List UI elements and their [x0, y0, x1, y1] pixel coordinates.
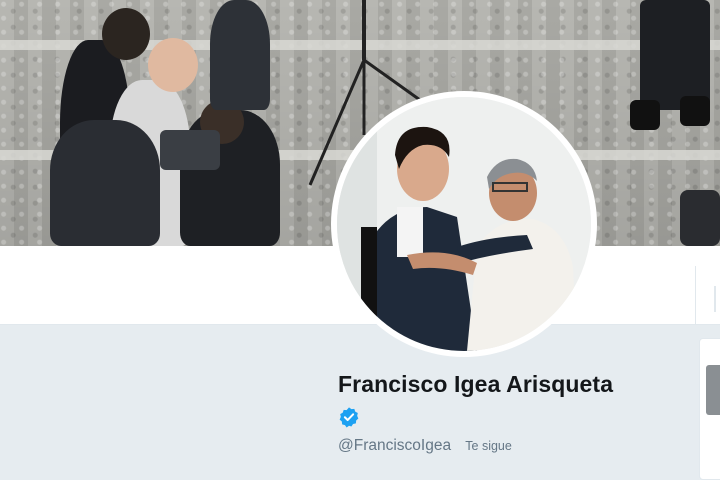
profile-nav-divider	[714, 286, 716, 312]
header-photo-right-figure	[630, 0, 720, 246]
profile-nav-edge	[695, 266, 720, 324]
profile-display-name: Francisco Igea Arisqueta	[338, 371, 614, 397]
sidebar-card	[699, 338, 720, 480]
profile-handle-row: @FranciscoIgea Te sigue	[338, 437, 512, 455]
profile-handle[interactable]: @FranciscoIgea	[338, 437, 451, 454]
follows-you-label: Te sigue	[465, 439, 512, 453]
profile-avatar[interactable]	[331, 91, 597, 357]
avatar-photo	[337, 97, 591, 351]
sidebar-card-thumbnail	[706, 365, 720, 415]
verified-badge-icon	[339, 407, 359, 428]
avatar-photo-illustration	[337, 97, 591, 351]
header-photo-camera-crew	[40, 0, 290, 246]
